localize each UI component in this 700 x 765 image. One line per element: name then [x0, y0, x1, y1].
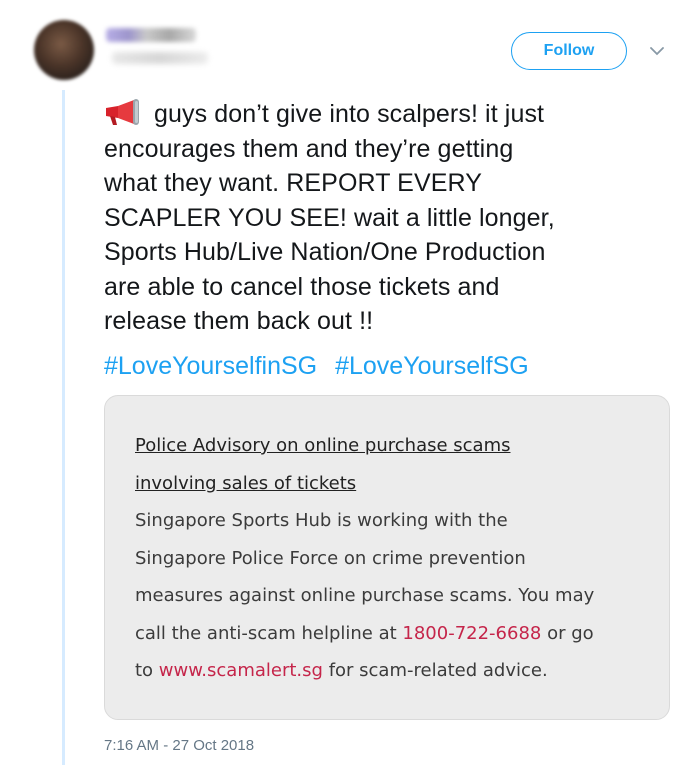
advisory-line: call the anti-scam helpline at 1800-722-…	[135, 615, 655, 653]
author-handle-redacted	[112, 52, 208, 64]
advisory-card-image[interactable]: Police Advisory on online purchase scams…	[104, 395, 670, 720]
advisory-text: or go	[541, 622, 594, 644]
tweet-body-text: guys don’t give into scalpers! it just e…	[104, 100, 555, 335]
tweet-text: guys don’t give into scalpers! it just e…	[104, 97, 674, 339]
advisory-line: to www.scamalert.sg for scam-related adv…	[135, 652, 655, 690]
advisory-line: measures against online purchase scams. …	[135, 585, 595, 606]
advisory-line: Singapore Police Force on crime preventi…	[135, 547, 526, 569]
hashtag-link[interactable]: #LoveYourselfSG	[335, 352, 529, 380]
follow-button[interactable]: Follow	[511, 32, 627, 70]
advisory-card-content: Police Advisory on online purchase scams…	[135, 427, 655, 690]
advisory-text: to	[135, 660, 159, 681]
advisory-line: Singapore Sports Hub is working with the	[135, 510, 508, 531]
advisory-title: Police Advisory on online purchase scams…	[135, 427, 655, 502]
author-name-redacted[interactable]	[106, 28, 196, 42]
tweet-timestamp[interactable]: 7:16 AM - 27 Oct 2018	[104, 737, 254, 754]
thread-connector-line	[62, 90, 65, 765]
helpline-phone: 1800-722-6688	[402, 622, 542, 644]
advisory-text: call the anti-scam helpline at	[135, 622, 403, 644]
hashtag-row: #LoveYourselfinSG #LoveYourselfSG	[104, 349, 540, 384]
advisory-title-line: involving sales of tickets	[135, 472, 357, 494]
chevron-down-icon[interactable]	[646, 40, 668, 62]
loudspeaker-icon	[104, 98, 146, 126]
advisory-text: for scam-related advice.	[322, 660, 548, 681]
avatar[interactable]	[34, 20, 94, 80]
hashtag-link[interactable]: #LoveYourselfinSG	[104, 352, 317, 380]
scamalert-website: www.scamalert.sg	[158, 660, 323, 681]
advisory-title-line: Police Advisory on online purchase scams	[135, 435, 511, 456]
